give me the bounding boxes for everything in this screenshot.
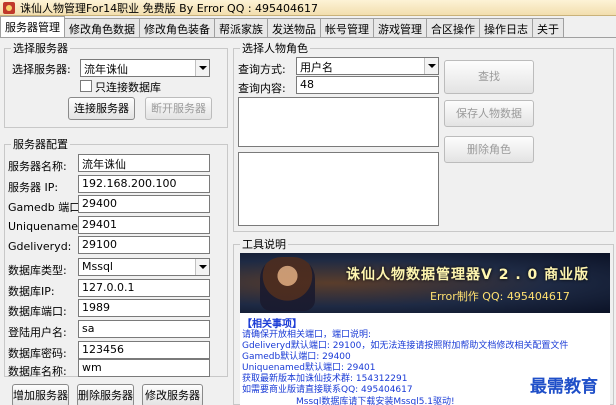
banner-subtitle: Error制作 QQ: 495404617: [430, 290, 570, 303]
window-title: 诛仙人物管理For14职业 免费版 By Error QQ : 49540461…: [20, 1, 319, 15]
server-ip-field[interactable]: 192.168.200.100: [78, 175, 210, 193]
tab-send-items[interactable]: 发送物品: [267, 18, 321, 37]
promo-banner: 诛仙人物数据管理器V 2 . 0 商业版 Error制作 QQ: 4954046…: [240, 253, 610, 313]
modify-server-button[interactable]: 修改服务器: [142, 384, 203, 405]
tab-server-management[interactable]: 服务器管理: [0, 16, 65, 37]
app-icon: [3, 1, 15, 14]
banner-title: 诛仙人物数据管理器V 2 . 0 商业版: [346, 267, 590, 283]
server-config-legend: 服务器配置: [13, 138, 68, 151]
db-password-field[interactable]: 123456: [78, 341, 210, 359]
gdeliveryd-label: Gdeliveryd:: [8, 240, 72, 253]
tab-edit-role-equipment[interactable]: 修改角色装备: [139, 18, 215, 37]
chevron-down-icon: [195, 60, 209, 76]
tab-account-management[interactable]: 帐号管理: [320, 18, 374, 37]
db-name-label: 数据库名称:: [8, 365, 67, 378]
server-select-value: 流年诛仙: [84, 63, 128, 76]
character-portrait: [260, 257, 315, 311]
query-method-value: 用户名: [300, 61, 333, 74]
db-type-value: Mssql: [82, 260, 113, 273]
server-ip-label: 服务器 IP:: [8, 181, 59, 194]
watermark: 最需教育: [530, 377, 598, 397]
delete-role-button[interactable]: 删除角色: [444, 136, 534, 163]
role-list-box[interactable]: [238, 97, 439, 147]
server-name-label: 服务器名称:: [8, 160, 67, 173]
tab-merge-servers[interactable]: 合区操作: [426, 18, 480, 37]
db-ip-label: 数据库IP:: [8, 285, 55, 298]
db-port-field[interactable]: 1989: [78, 299, 210, 317]
select-server-legend: 选择服务器: [13, 42, 68, 55]
tab-about[interactable]: 关于: [532, 18, 564, 37]
gamedb-port-field[interactable]: 29400: [78, 195, 210, 213]
chevron-down-icon: [424, 58, 438, 74]
only-db-checkbox[interactable]: [80, 80, 92, 92]
gamedb-port-label: Gamedb 端口:: [8, 201, 84, 214]
server-name-field[interactable]: 流年诛仙: [78, 154, 210, 172]
role-detail-box[interactable]: [238, 152, 439, 226]
tab-bar: 服务器管理 修改角色数据 修改角色装备 帮派家族 发送物品 帐号管理 游戏管理 …: [0, 16, 564, 37]
uniquenamed-label: Uniquenamed:: [8, 220, 89, 233]
db-type-select[interactable]: Mssql: [78, 258, 210, 276]
login-user-label: 登陆用户名:: [8, 326, 67, 339]
server-select[interactable]: 流年诛仙: [80, 59, 210, 77]
save-role-data-button[interactable]: 保存人物数据: [444, 100, 534, 127]
title-bar: 诛仙人物管理For14职业 免费版 By Error QQ : 49540461…: [0, 0, 616, 16]
note-line: Mssql数据库请下载安装Mssql5.1驱动!: [296, 397, 455, 405]
db-name-field[interactable]: wm: [78, 359, 210, 377]
find-button[interactable]: 查找: [444, 60, 534, 94]
tab-game-management[interactable]: 游戏管理: [373, 18, 427, 37]
only-db-label: 只连接数据库: [95, 81, 161, 94]
db-password-label: 数据库密码:: [8, 347, 67, 360]
db-port-label: 数据库端口:: [8, 305, 67, 318]
select-server-label: 选择服务器:: [12, 63, 71, 76]
uniquenamed-field[interactable]: 29401: [78, 216, 210, 234]
add-server-button[interactable]: 增加服务器: [12, 384, 69, 405]
query-method-select[interactable]: 用户名: [296, 57, 439, 75]
query-method-label: 查询方式:: [238, 63, 286, 76]
login-user-field[interactable]: sa: [78, 320, 210, 338]
chevron-down-icon: [195, 259, 209, 275]
connect-server-button[interactable]: 连接服务器: [68, 97, 135, 120]
tab-operation-log[interactable]: 操作日志: [479, 18, 533, 37]
db-type-label: 数据库类型:: [8, 264, 67, 277]
query-content-label: 查询内容:: [238, 82, 286, 95]
db-ip-field[interactable]: 127.0.0.1: [78, 279, 210, 297]
tool-info-legend: 工具说明: [242, 238, 286, 251]
query-content-field[interactable]: 48: [296, 76, 439, 94]
tab-edit-role-data[interactable]: 修改角色数据: [64, 18, 140, 37]
disconnect-server-button[interactable]: 断开服务器: [145, 97, 212, 120]
gdeliveryd-field[interactable]: 29100: [78, 236, 210, 254]
delete-server-button[interactable]: 删除服务器: [77, 384, 134, 405]
tab-guild-family[interactable]: 帮派家族: [214, 18, 268, 37]
notes-area: 【相关事项】 请确保开放相关端口，端口说明: Gdeliveryd默认端口: 2…: [240, 313, 610, 405]
select-role-legend: 选择人物角色: [242, 42, 308, 55]
